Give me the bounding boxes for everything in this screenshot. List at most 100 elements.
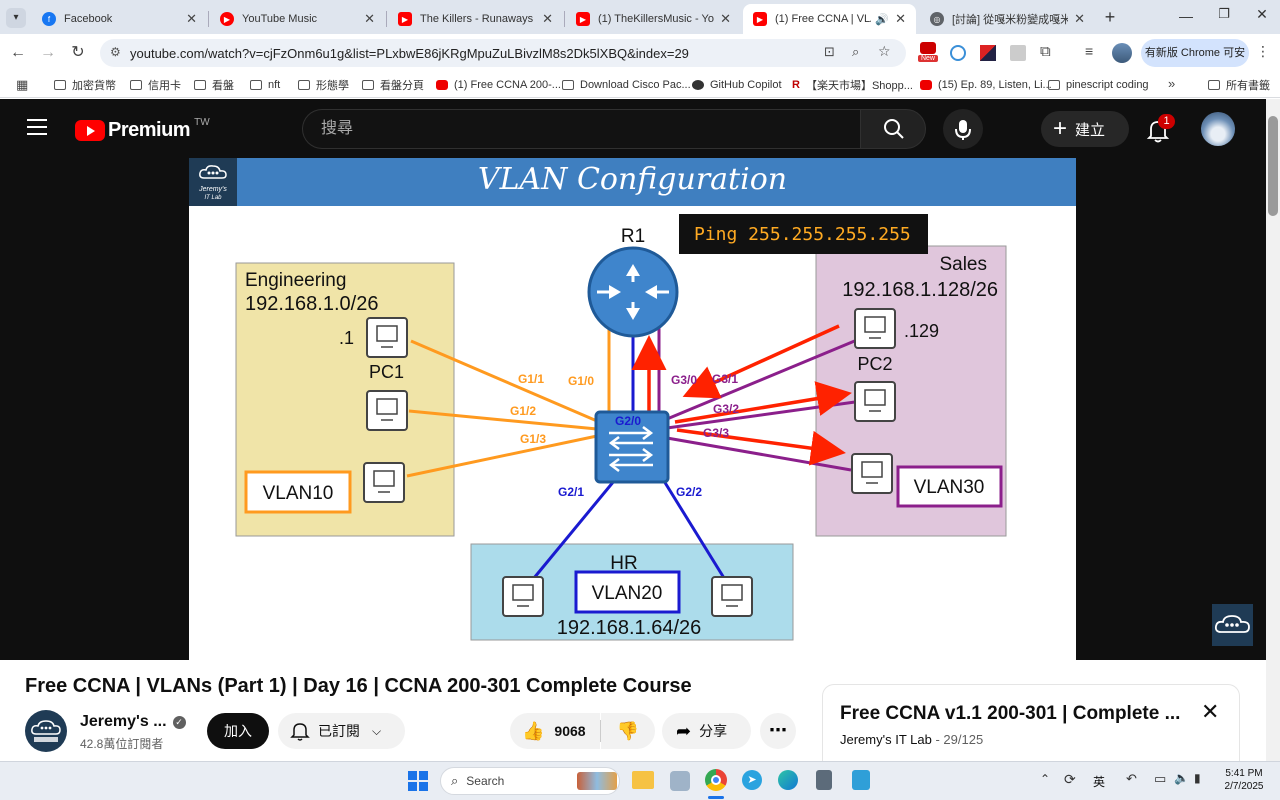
restore-button[interactable]: ❐ <box>1214 6 1234 26</box>
subscribed-button[interactable]: 已訂閱 ⌵ <box>278 713 405 749</box>
voice-search-button[interactable] <box>943 109 983 149</box>
bookmark-folder[interactable]: pinescript coding <box>1048 76 1149 94</box>
network-icon[interactable]: ▭ <box>1154 771 1166 787</box>
search-input[interactable]: 搜尋 <box>302 109 860 149</box>
volume-icon[interactable]: 🔈 <box>1174 771 1189 785</box>
close-playlist-button[interactable]: ✕ <box>1201 699 1219 725</box>
tab-youtube-music[interactable]: ▶ YouTube Music ✕ <box>210 4 385 34</box>
join-button[interactable]: 加入 <box>207 713 269 749</box>
more-horizontal-icon: ⋯ <box>769 720 787 740</box>
channel-name[interactable]: Jeremy's ... ✓ <box>80 713 186 731</box>
playlist-title[interactable]: Free CCNA v1.1 200-301 | Complete ... <box>840 703 1180 725</box>
close-icon[interactable]: ✕ <box>720 11 731 27</box>
tab-killers-music[interactable]: ▶ (1) TheKillersMusic - YouTu ✕ <box>566 4 741 34</box>
chevron-down-icon: ⌵ <box>372 723 382 738</box>
search-button[interactable] <box>860 109 926 149</box>
svg-text:G2/0: G2/0 <box>615 414 641 428</box>
bookmark-folder[interactable]: 形態學 <box>298 76 349 94</box>
bookmark-link[interactable]: (1) Free CCNA 200-... <box>436 76 561 94</box>
bookmark-link[interactable]: GitHub Copilot <box>692 76 782 94</box>
calculator-icon[interactable] <box>816 770 832 790</box>
window-close-button[interactable]: ✕ <box>1252 6 1272 26</box>
show-hidden-icons-chevron-icon[interactable]: ⌃ <box>1040 772 1050 786</box>
minimize-button[interactable]: — <box>1176 8 1196 26</box>
new-tab-button[interactable]: + <box>1100 7 1120 27</box>
tab-killers-runaways[interactable]: ▶ The Killers - Runaways - Yo ✕ <box>388 4 563 34</box>
zoom-icon[interactable]: ⌕ <box>852 44 859 60</box>
apps-grid-icon[interactable]: ▦ <box>16 77 28 93</box>
telegram-icon[interactable]: ➤ <box>742 770 762 790</box>
bookmark-link[interactable]: R 【楽天市場】Shopp... <box>792 76 913 94</box>
scrollbar-thumb[interactable] <box>1268 116 1278 216</box>
svg-text:G1/2: G1/2 <box>510 404 536 418</box>
sync-icon[interactable]: ⟳ <box>1064 771 1076 788</box>
app-icon[interactable] <box>670 771 690 791</box>
profile-avatar[interactable] <box>1112 43 1132 63</box>
cloud-logo-icon <box>31 720 61 742</box>
microphone-icon <box>955 120 971 140</box>
more-bookmarks-chevron-icon[interactable]: » <box>1168 76 1175 91</box>
extensions-puzzle-icon[interactable]: ⧉ <box>1040 43 1051 60</box>
svg-text:.1: .1 <box>339 328 354 348</box>
slide-header: Jeremy's IT Lab VLAN Configuration <box>189 158 1076 206</box>
extension-icon-4[interactable] <box>1010 45 1026 61</box>
install-app-icon[interactable]: ⊡ <box>824 44 835 60</box>
reload-button[interactable]: ↻ <box>68 43 88 63</box>
close-icon[interactable]: ✕ <box>364 11 375 27</box>
back-button[interactable]: ← <box>8 43 28 63</box>
bookmark-folder[interactable]: 加密貨幣 <box>54 76 116 94</box>
notifications-button[interactable]: 1 <box>1146 114 1175 144</box>
close-icon[interactable]: ✕ <box>542 11 553 27</box>
share-button[interactable]: ➦ 分享 <box>662 713 751 749</box>
tab-facebook[interactable]: f Facebook ✕ <box>32 4 207 34</box>
video-player[interactable]: Jeremy's IT Lab VLAN Configuration R1 Pi… <box>189 158 1076 660</box>
bookmark-folder[interactable]: nft <box>250 76 280 94</box>
bookmark-folder[interactable]: 信用卡 <box>130 76 181 94</box>
svg-text:R1: R1 <box>621 226 645 247</box>
close-icon[interactable]: ✕ <box>895 11 906 27</box>
start-button[interactable] <box>408 771 428 791</box>
edge-icon[interactable] <box>778 770 798 790</box>
youtube-premium-logo[interactable]: Premium TW <box>75 117 210 143</box>
extension-new-icon[interactable]: New <box>918 42 938 64</box>
bookmark-star-icon[interactable]: ☆ <box>878 43 891 60</box>
extension-icon-3[interactable] <box>980 45 996 61</box>
bookmarks-bar: ▦ 加密貨幣 信用卡 看盤 nft 形態學 看盤分頁 (1) Free CCNA… <box>0 72 1280 98</box>
address-bar[interactable]: ⚙ youtube.com/watch?v=cjFzOnm6u1g&list=P… <box>100 39 906 67</box>
file-explorer-icon[interactable] <box>632 771 654 789</box>
account-avatar[interactable] <box>1201 112 1235 146</box>
channel-watermark[interactable] <box>1212 604 1253 646</box>
media-control-icon[interactable]: ≡ <box>1085 43 1093 59</box>
like-button[interactable]: 👍 9068 <box>510 713 600 749</box>
share-arrow-icon: ➦ <box>676 720 692 741</box>
chrome-menu-icon[interactable]: ⋮ <box>1256 43 1270 60</box>
close-icon[interactable]: ✕ <box>1074 11 1085 27</box>
dislike-button[interactable]: 👎 <box>601 713 655 749</box>
clock[interactable]: 5:41 PM 2/7/2025 <box>1218 767 1270 793</box>
close-icon[interactable]: ✕ <box>186 11 197 27</box>
bookmark-folder[interactable]: 看盤 <box>194 76 234 94</box>
bookmark-link[interactable]: (15) Ep. 89, Listen, Li... <box>920 76 1052 94</box>
tab-free-ccna-vlans[interactable]: ▶ (1) Free CCNA | VLANs 🔊 ✕ <box>743 4 916 34</box>
more-actions-button[interactable]: ⋯ <box>760 713 796 749</box>
site-info-icon[interactable]: ⚙ <box>110 45 121 59</box>
create-button[interactable]: + 建立 <box>1041 111 1129 147</box>
forward-button[interactable]: → <box>38 43 58 63</box>
speaker-icon[interactable]: 🔊 <box>875 13 889 26</box>
chrome-update-button[interactable]: 有新版 Chrome 可安裝 <box>1141 39 1249 87</box>
ime-indicator[interactable]: 英 <box>1093 773 1105 790</box>
notepad-icon[interactable] <box>852 770 870 790</box>
all-bookmarks-folder[interactable]: 所有書籤 <box>1208 76 1270 94</box>
chrome-icon[interactable] <box>705 769 727 791</box>
taskbar-search[interactable]: ⌕ Search <box>440 767 620 795</box>
hamburger-menu-icon[interactable] <box>27 119 47 135</box>
tab-search-button[interactable]: ▾ <box>6 8 26 28</box>
bookmark-folder[interactable]: 看盤分頁 <box>362 76 424 94</box>
extension-icon-2[interactable] <box>950 45 966 61</box>
ime-mode-icon[interactable]: ↶ <box>1126 771 1137 787</box>
battery-icon[interactable]: ▮ <box>1194 771 1201 785</box>
facebook-icon: f <box>42 12 56 26</box>
bookmark-folder[interactable]: Download Cisco Pac... <box>562 76 691 94</box>
tab-forum-discussion[interactable]: ◎ [討論] 從嘎米粉變成嘎米黑 ✕ <box>920 4 1095 34</box>
channel-avatar[interactable] <box>25 710 67 752</box>
